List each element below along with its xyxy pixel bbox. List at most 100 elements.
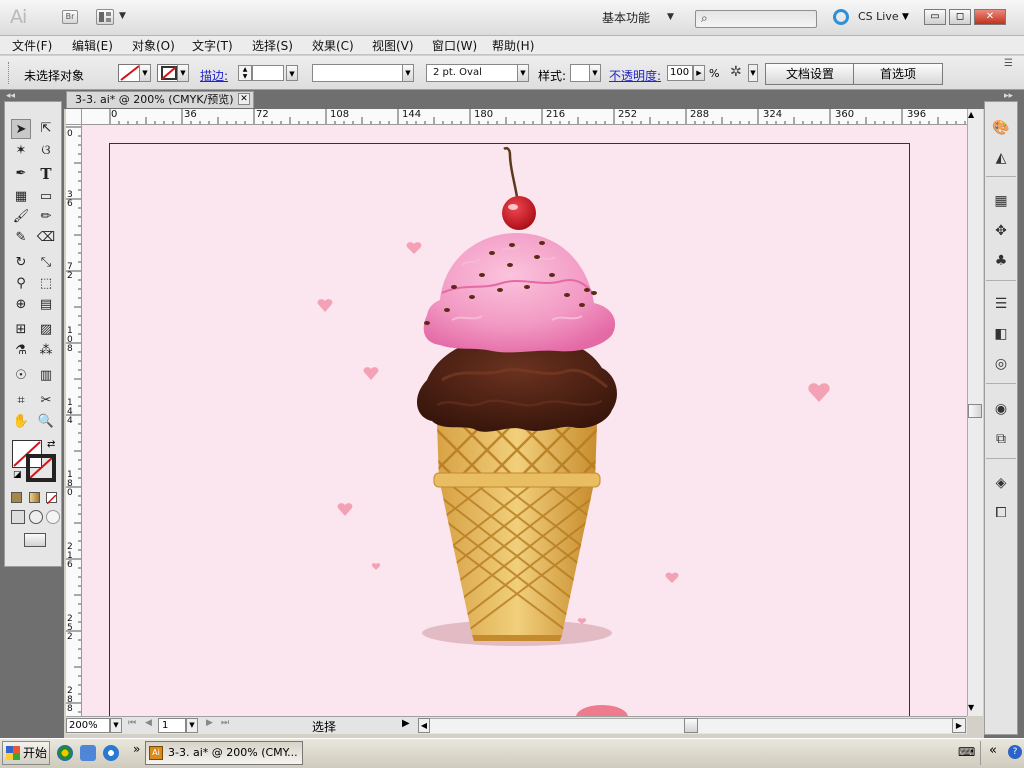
profile-dropdown-icon[interactable]: ▼ [402, 64, 414, 82]
panel-grip[interactable] [8, 62, 11, 84]
paintbrush-tool-icon[interactable]: 🖌 [11, 207, 31, 227]
direct-selection-tool-icon[interactable]: ⇱ [36, 119, 56, 139]
blend-tool-icon[interactable]: ⁂ [36, 341, 56, 361]
canvas[interactable] [82, 125, 967, 716]
brush-dropdown-icon[interactable]: ▼ [517, 64, 529, 82]
restore-button[interactable]: ◻ [949, 9, 971, 25]
fill-dropdown-icon[interactable]: ▼ [139, 64, 151, 82]
layers-icon[interactable]: ◈ [990, 472, 1012, 494]
menu-select[interactable]: 选择(S) [252, 37, 293, 54]
close-button[interactable]: ✕ [974, 9, 1006, 25]
rectangle-tool-icon[interactable]: ▭ [36, 187, 56, 207]
swatches-icon[interactable]: ▦ [990, 190, 1012, 212]
artboards-icon[interactable]: ⧠ [990, 502, 1012, 524]
stroke-weight-stepper[interactable]: ▲ ▼ [238, 65, 252, 81]
cs-live-icon[interactable] [833, 9, 849, 25]
menu-type[interactable]: 文字(T) [192, 37, 233, 54]
pen-tool-icon[interactable]: ✒ [11, 164, 31, 184]
vertical-ruler[interactable]: 0 36 72 108 144 180 216 252 288 [66, 125, 82, 716]
brush-definition[interactable]: 2 pt. Oval [426, 64, 518, 82]
artboard-tool-icon[interactable]: ⌗ [11, 391, 31, 411]
style-dropdown-icon[interactable]: ▼ [589, 64, 601, 82]
minimize-button[interactable]: ▭ [924, 9, 946, 25]
stroke-label[interactable]: 描边: [200, 67, 228, 84]
taskbar-illustrator-window[interactable]: 3-3. ai* @ 200% (CMY... [145, 741, 303, 765]
menu-view[interactable]: 视图(V) [372, 37, 414, 54]
draw-behind-icon[interactable] [29, 510, 43, 524]
symbols-icon[interactable]: ♣ [990, 250, 1012, 272]
zoom-tool-icon[interactable]: 🔍 [36, 412, 56, 432]
none-mode-icon[interactable] [46, 492, 57, 505]
symbol-sprayer-tool-icon[interactable]: ☉ [11, 366, 31, 386]
menu-edit[interactable]: 编辑(E) [72, 37, 113, 54]
previous-artboard-icon[interactable]: ◀ [145, 718, 152, 728]
horizontal-scroll-thumb[interactable] [684, 718, 698, 733]
preferences-button[interactable]: 首选项 [853, 63, 943, 85]
keyboard-tray-icon[interactable]: ⌨ [958, 745, 975, 759]
collapse-right-icon[interactable]: ▸▸ [1004, 91, 1013, 101]
eyedropper-tool-icon[interactable]: ⚗ [11, 341, 31, 361]
gradient-tool-icon[interactable]: ▨ [36, 320, 56, 340]
desktop-icon[interactable] [80, 745, 96, 761]
scroll-left-icon[interactable]: ◀ [418, 718, 430, 733]
eraser-tool-icon[interactable]: ⌫ [36, 228, 56, 248]
cs-live-dropdown-icon[interactable]: ▼ [902, 12, 909, 22]
recolor-artwork-icon[interactable]: ✲ [730, 64, 742, 80]
media-player-icon[interactable] [57, 745, 73, 761]
default-fill-stroke-icon[interactable]: ◪ [13, 470, 22, 480]
menu-object[interactable]: 对象(O) [132, 37, 175, 54]
lasso-tool-icon[interactable]: ଓ [36, 141, 56, 161]
quick-launch-more-icon[interactable]: » [133, 742, 140, 756]
free-transform-tool-icon[interactable]: ⬚ [36, 274, 56, 294]
type-tool-icon[interactable]: T [36, 164, 56, 184]
brushes-icon[interactable]: ✥ [990, 220, 1012, 242]
opacity-slider-icon[interactable]: ▶ [693, 65, 705, 81]
zoom-dropdown-icon[interactable]: ▼ [110, 718, 122, 733]
next-artboard-icon[interactable]: ▶ [206, 718, 213, 728]
status-menu-icon[interactable]: ▶ [402, 718, 410, 729]
warp-tool-icon[interactable]: ⚲ [11, 274, 31, 294]
menu-effect[interactable]: 效果(C) [312, 37, 354, 54]
arrange-documents-icon[interactable] [96, 9, 114, 25]
pencil-tool-icon[interactable]: ✏ [36, 207, 56, 227]
internet-explorer-icon[interactable] [103, 745, 119, 761]
hand-tool-icon[interactable]: ✋ [11, 412, 31, 432]
color-guide-icon[interactable]: ◭ [990, 147, 1012, 169]
arrange-dropdown-icon[interactable]: ▼ [119, 11, 126, 21]
menu-help[interactable]: 帮助(H) [492, 37, 534, 54]
close-tab-icon[interactable]: ✕ [238, 93, 250, 105]
mesh-tool-icon[interactable]: ⊞ [11, 320, 31, 340]
selection-tool-icon[interactable]: ➤ [11, 119, 31, 139]
first-artboard-icon[interactable]: ⏮ [128, 718, 136, 728]
stroke-color-icon[interactable] [26, 454, 56, 482]
search-input[interactable] [695, 10, 817, 28]
shape-builder-tool-icon[interactable]: ⊕ [11, 295, 31, 315]
ice-cream-artwork[interactable] [82, 125, 967, 716]
recolor-dropdown-icon[interactable]: ▼ [748, 64, 758, 82]
gradient-icon[interactable]: ◧ [990, 323, 1012, 345]
zoom-level-field[interactable]: 200% [66, 718, 110, 733]
horizontal-ruler[interactable]: 0 36 72 108 144 180 216 252 288 324 360 … [66, 109, 967, 125]
scroll-right-icon[interactable]: ▶ [952, 718, 966, 733]
blob-brush-tool-icon[interactable]: ✎ [11, 228, 31, 248]
cs-live-menu[interactable]: CS Live [858, 10, 899, 23]
stroke-icon[interactable]: ☰ [990, 293, 1012, 315]
stroke-weight-field[interactable] [252, 65, 284, 81]
document-tab[interactable]: 3-3. ai* @ 200% (CMYK/预览) [66, 91, 254, 108]
last-artboard-icon[interactable]: ⏭ [221, 718, 229, 728]
appearance-icon[interactable]: ◉ [990, 398, 1012, 420]
stroke-weight-dropdown-icon[interactable]: ▼ [286, 65, 298, 81]
bridge-button[interactable]: Br [62, 10, 78, 24]
scroll-up-icon[interactable]: ▲ [968, 110, 974, 119]
gradient-mode-icon[interactable] [29, 492, 40, 503]
slice-tool-icon[interactable]: ✂ [36, 391, 56, 411]
vertical-scroll-thumb[interactable] [968, 404, 982, 418]
opacity-label[interactable]: 不透明度: [609, 67, 661, 84]
perspective-grid-tool-icon[interactable]: ▤ [36, 295, 56, 315]
collapse-left-icon[interactable]: ◂◂ [6, 91, 15, 101]
scroll-down-icon[interactable]: ▼ [968, 703, 974, 712]
scale-tool-icon[interactable]: ⤡ [36, 253, 56, 273]
variable-width-profile[interactable] [312, 64, 404, 82]
workspace-dropdown-icon[interactable]: ▼ [667, 12, 674, 22]
draw-inside-icon[interactable] [46, 510, 60, 524]
